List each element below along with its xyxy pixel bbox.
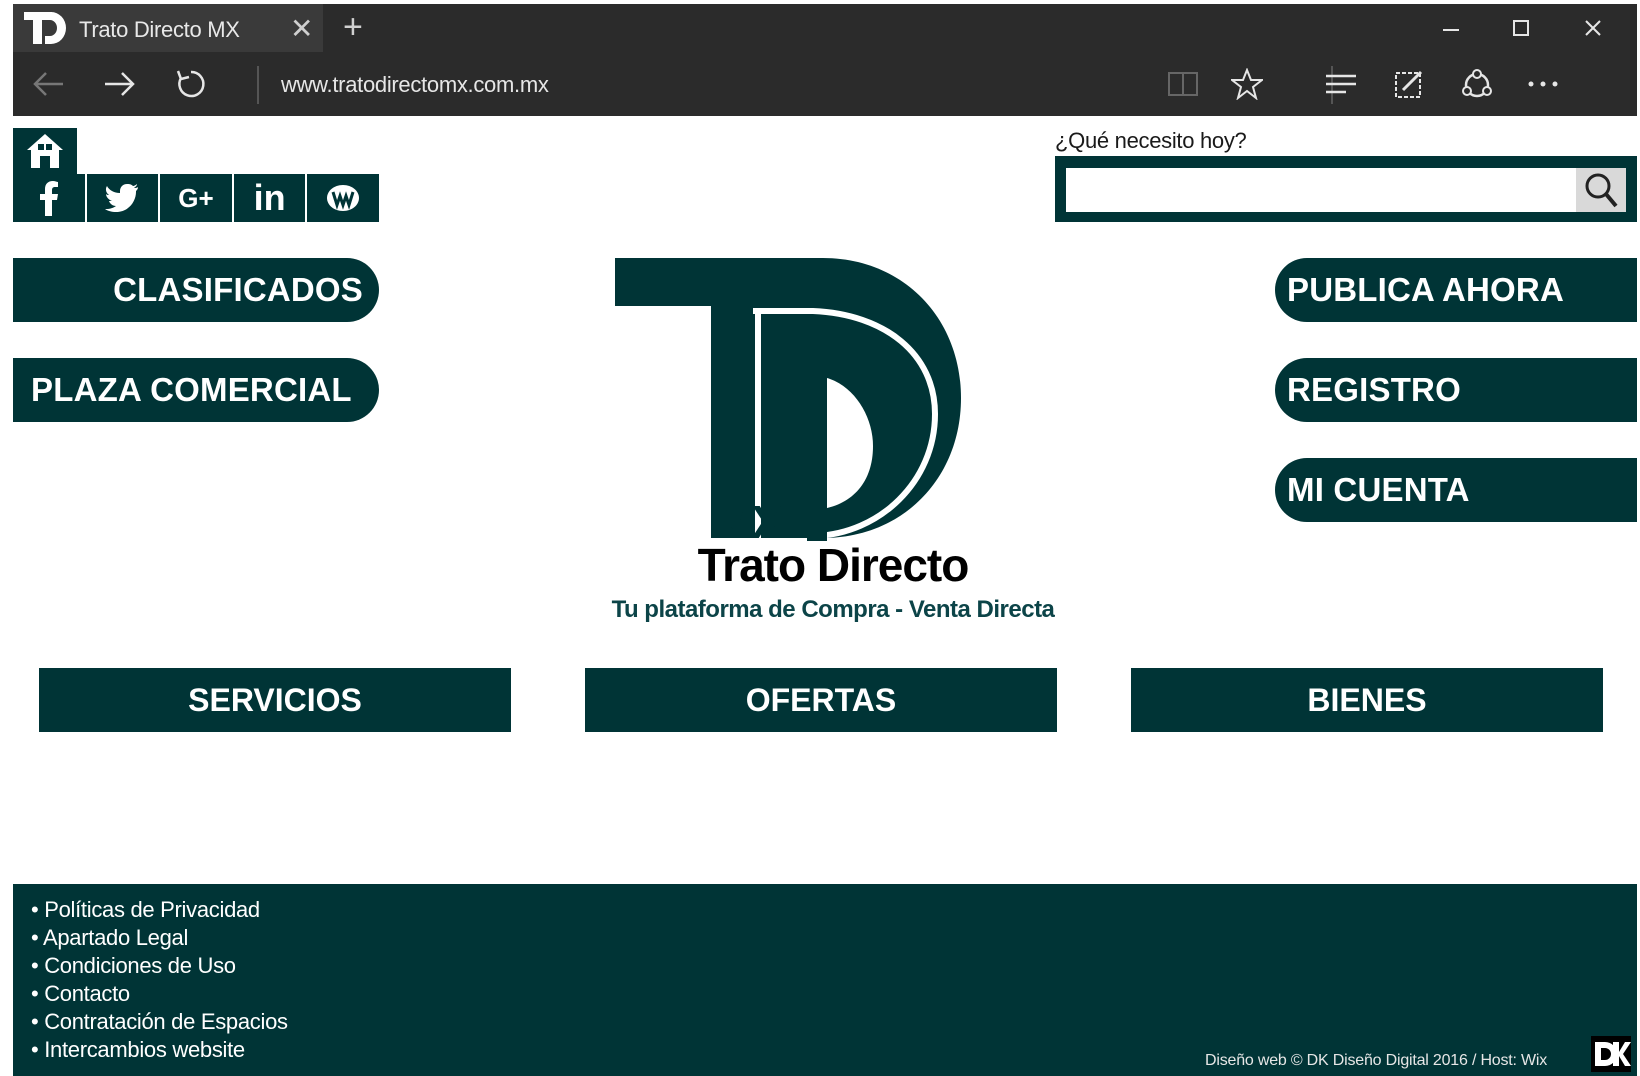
- twitter-button[interactable]: [86, 174, 161, 222]
- favorite-star-icon[interactable]: [1227, 64, 1267, 104]
- search-button[interactable]: [1576, 168, 1626, 212]
- clasificados-button[interactable]: CLASIFICADOS: [13, 258, 379, 322]
- footer-credit: Diseño web © DK Diseño Digital 2016 / Ho…: [1205, 1052, 1548, 1069]
- back-arrow-icon[interactable]: [29, 64, 69, 104]
- ofertas-button[interactable]: OFERTAS: [585, 668, 1057, 732]
- servicios-button[interactable]: SERVICIOS: [39, 668, 511, 732]
- browser-tab[interactable]: Trato Directo MX ✕: [13, 4, 323, 52]
- home-button[interactable]: [13, 128, 77, 174]
- bienes-button[interactable]: BIENES: [1131, 668, 1603, 732]
- facebook-button[interactable]: [13, 174, 87, 222]
- refresh-icon[interactable]: [171, 64, 211, 104]
- maximize-icon[interactable]: [1489, 4, 1553, 52]
- close-window-icon[interactable]: [1561, 4, 1625, 52]
- forward-arrow-icon[interactable]: [99, 64, 139, 104]
- tab-bar: Trato Directo MX ✕ +: [13, 4, 1637, 52]
- site-favicon-icon: [24, 12, 66, 44]
- footer-links: • Políticas de Privacidad • Apartado Leg…: [31, 896, 288, 1064]
- hub-icon[interactable]: [1321, 64, 1361, 104]
- tab-title: Trato Directo MX: [79, 17, 240, 42]
- address-bar-divider: [257, 66, 259, 104]
- web-page: G+ in ¿Qué necesito hoy? CLASIFICADOS PL…: [13, 116, 1637, 1076]
- google-plus-button[interactable]: G+: [160, 174, 234, 222]
- brand-tagline: Tu plataforma de Compra - Venta Directa: [611, 596, 1055, 623]
- google-plus-icon: G+: [178, 182, 214, 213]
- address-bar[interactable]: www.tratodirectomx.com.mx: [281, 72, 549, 98]
- more-icon[interactable]: [1523, 64, 1563, 104]
- logo-mx-text: MX: [713, 496, 782, 541]
- close-tab-icon[interactable]: ✕: [290, 12, 313, 45]
- dk-logo-icon[interactable]: [1591, 1036, 1631, 1072]
- browser-window: Trato Directo MX ✕ + www.tratodirectomx.…: [13, 4, 1637, 1076]
- footer-link-condiciones[interactable]: • Condiciones de Uso: [31, 952, 288, 980]
- footer-link-legal[interactable]: • Apartado Legal: [31, 924, 288, 952]
- site-logo: MX Trato Directo Tu plataforma de Compra…: [573, 256, 1093, 623]
- brand-name: Trato Directo: [697, 539, 970, 591]
- linkedin-icon: in: [253, 177, 286, 218]
- search-box: [1055, 156, 1637, 222]
- footer-link-privacidad[interactable]: • Políticas de Privacidad: [31, 896, 288, 924]
- plaza-comercial-button[interactable]: PLAZA COMERCIAL: [13, 358, 379, 422]
- td-logo-mark: MX: [615, 258, 961, 541]
- publica-ahora-button[interactable]: PUBLICA AHORA: [1275, 258, 1637, 322]
- minimize-icon[interactable]: [1419, 4, 1483, 52]
- footer-link-intercambios[interactable]: • Intercambios website: [31, 1036, 288, 1064]
- linkedin-button[interactable]: in: [233, 174, 308, 222]
- wix-button[interactable]: [307, 174, 379, 222]
- search-icon: [1585, 173, 1618, 208]
- share-icon[interactable]: [1457, 64, 1497, 104]
- search-input[interactable]: [1066, 168, 1576, 212]
- twitter-icon: [105, 184, 139, 212]
- mi-cuenta-button[interactable]: MI CUENTA: [1275, 458, 1637, 522]
- social-bar: G+ in: [13, 174, 379, 222]
- footer-link-contratacion[interactable]: • Contratación de Espacios: [31, 1008, 288, 1036]
- search-label: ¿Qué necesito hoy?: [1055, 128, 1247, 153]
- facebook-icon: [39, 181, 58, 216]
- reading-view-icon[interactable]: [1163, 64, 1203, 104]
- new-tab-icon[interactable]: +: [343, 8, 363, 47]
- wix-icon: [327, 185, 360, 211]
- web-note-icon[interactable]: [1389, 64, 1429, 104]
- footer: • Políticas de Privacidad • Apartado Leg…: [13, 884, 1637, 1076]
- home-icon: [27, 134, 63, 168]
- browser-toolbar: www.tratodirectomx.com.mx: [13, 52, 1637, 116]
- footer-link-contacto[interactable]: • Contacto: [31, 980, 288, 1008]
- registro-button[interactable]: REGISTRO: [1275, 358, 1637, 422]
